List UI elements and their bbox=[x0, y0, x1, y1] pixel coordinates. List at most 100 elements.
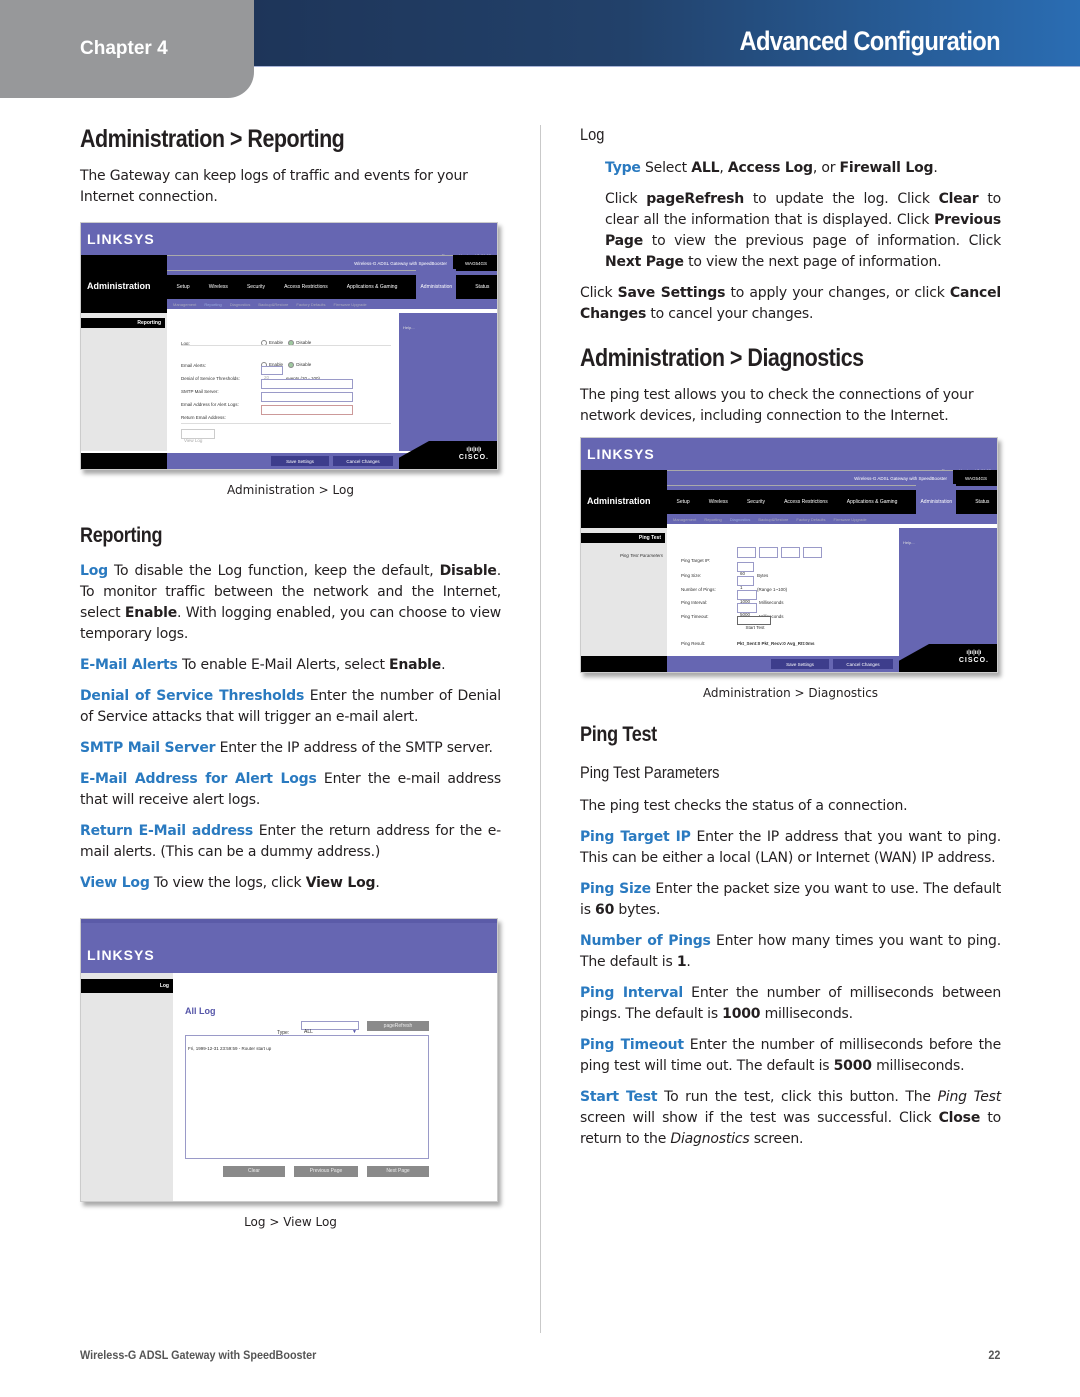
figure-caption-admin-log: Administration > Log bbox=[227, 483, 354, 497]
item-view-log: View Log To view the logs, click View Lo… bbox=[80, 875, 380, 891]
item-ping-target: Ping Target IP Enter the IP address that… bbox=[580, 829, 1001, 866]
ping-count-input[interactable]: 1 bbox=[737, 576, 754, 590]
item-ping-timeout: Ping Timeout Enter the number of millise… bbox=[580, 1037, 1001, 1074]
product-name: Wireless-G ADSL Gateway with SpeedBooste… bbox=[667, 470, 953, 486]
ping-size-input[interactable]: 60 bbox=[737, 562, 754, 576]
log-label: Log: bbox=[181, 341, 190, 346]
log-radio-group: Enable Disable bbox=[261, 332, 311, 353]
reporting-page-title: Administration > Reporting bbox=[80, 125, 345, 153]
help-panel: Help... bbox=[399, 313, 497, 451]
item-ping-size: Ping Size Enter the packet size you want… bbox=[580, 881, 1001, 918]
sidebar-heading: Log bbox=[81, 979, 173, 993]
return-email-input[interactable] bbox=[261, 405, 353, 415]
reporting-heading: Reporting bbox=[80, 524, 163, 547]
admin-diagnostics-screenshot: LINKSYSA Division of Cisco Systems, Inc.… bbox=[580, 437, 998, 673]
item-type: Type Select ALL, Access Log, or Firewall… bbox=[605, 160, 938, 176]
log-textarea[interactable]: Fri, 1999-12-31 23:59:59 - Router start … bbox=[185, 1035, 429, 1159]
ping-target-octet-2[interactable] bbox=[759, 547, 778, 558]
reporting-intro: The Gateway can keep logs of traffic and… bbox=[80, 168, 468, 205]
cisco-bars-icon: ı|ıı|ıı|ı bbox=[466, 447, 482, 453]
ping-test-parameters-heading: Ping Test Parameters bbox=[580, 763, 720, 782]
subtab-reporting[interactable]: Reporting bbox=[204, 294, 221, 315]
subtab-backup-restore[interactable]: Backup&Restore bbox=[758, 509, 788, 530]
sidebar-subheading: Ping Test Parameters bbox=[619, 553, 663, 558]
return-email-label: Return Email Address: bbox=[181, 415, 226, 420]
diagnostics-intro: The ping test allows you to check the co… bbox=[580, 387, 974, 424]
section-label: Administration bbox=[587, 496, 651, 506]
ping-intro: The ping test checks the status of a con… bbox=[580, 798, 908, 814]
view-log-screenshot: LINKSYSA Division of Cisco Systems, Inc.… bbox=[80, 918, 498, 1202]
ping-result-value: Pkt_Sent:0 Pkt_Recv:0 Avg_Rtt:0ms bbox=[737, 641, 815, 646]
subtab-backup-restore[interactable]: Backup&Restore bbox=[258, 294, 288, 315]
clear-button[interactable]: Clear bbox=[223, 1166, 285, 1177]
left-column: Administration > Reporting The Gateway c… bbox=[80, 120, 501, 1247]
figure-caption-view-log: Log > View Log bbox=[244, 1215, 337, 1229]
item-start-test: Start Test To run the test, click this b… bbox=[580, 1089, 1001, 1147]
save-settings-button[interactable]: Save Settings bbox=[271, 456, 329, 466]
cisco-logo: ı|ıı|ıı|ı CISCO. bbox=[458, 447, 489, 461]
chapter-tab: Chapter 4 bbox=[0, 0, 254, 98]
log-buttons-description: Click pageRefresh to update the log. Cli… bbox=[605, 191, 1001, 270]
column-divider bbox=[540, 125, 541, 1333]
product-name: Wireless-G ADSL Gateway with SpeedBooste… bbox=[167, 255, 453, 271]
model-name: WAG54GS bbox=[953, 470, 997, 486]
subtab-firmware-upgrade[interactable]: Firmware Upgrade bbox=[334, 294, 367, 315]
dos-threshold-input[interactable]: 20 bbox=[261, 366, 283, 380]
log-heading: Log bbox=[580, 125, 605, 144]
cisco-logo: ı|ıı|ıı|ı CISCO. bbox=[958, 650, 989, 664]
ping-test-heading: Ping Test bbox=[580, 723, 657, 746]
cisco-bars-icon: ı|ıı|ıı|ı bbox=[966, 650, 982, 656]
sub-nav: Management Reporting Diagnostics Backup&… bbox=[167, 299, 497, 309]
item-dos-thresholds: Denial of Service Thresholds Enter the n… bbox=[80, 688, 501, 725]
tab-status[interactable]: Status bbox=[475, 277, 489, 298]
alert-email-input[interactable] bbox=[261, 392, 353, 402]
ping-timeout-input[interactable]: 5000 bbox=[737, 603, 757, 617]
subtab-diagnostics[interactable]: Diagnostics bbox=[730, 509, 751, 530]
item-email-alerts: E-Mail Alerts To enable E-Mail Alerts, s… bbox=[80, 657, 446, 673]
model-name: WAG54GS bbox=[453, 255, 497, 271]
ping-target-octet-4[interactable] bbox=[803, 547, 822, 558]
subtab-factory-defaults[interactable]: Factory Defaults bbox=[296, 294, 325, 315]
footer-product-name: Wireless-G ADSL Gateway with SpeedBooste… bbox=[80, 1348, 317, 1362]
page-refresh-button[interactable]: pageRefresh bbox=[367, 1021, 429, 1031]
subtab-diagnostics[interactable]: Diagnostics bbox=[230, 294, 251, 315]
sub-nav: Management Reporting Diagnostics Backup&… bbox=[667, 514, 997, 524]
ping-interval-input[interactable]: 1000 bbox=[737, 590, 757, 604]
help-panel: Help... bbox=[899, 528, 997, 658]
type-select[interactable]: ALL ▼ bbox=[301, 1021, 359, 1035]
next-page-button[interactable]: Next Page bbox=[367, 1166, 429, 1177]
section-title: Advanced Configuration bbox=[739, 26, 1001, 56]
subtab-management[interactable]: Management bbox=[173, 294, 196, 315]
cancel-changes-button[interactable]: Cancel Changes bbox=[833, 659, 893, 669]
subtab-factory-defaults[interactable]: Factory Defaults bbox=[796, 509, 825, 530]
email-alerts-disable-radio[interactable] bbox=[288, 361, 295, 368]
item-log: Log To disable the Log function, keep th… bbox=[80, 563, 501, 642]
view-log-button[interactable]: View Log bbox=[181, 429, 215, 443]
ping-target-octet-1[interactable] bbox=[737, 547, 756, 558]
subtab-management[interactable]: Management bbox=[673, 509, 696, 530]
cancel-changes-button[interactable]: Cancel Changes bbox=[333, 456, 393, 466]
previous-page-button[interactable]: Previous Page bbox=[294, 1166, 358, 1177]
start-test-button[interactable]: Start Test bbox=[737, 616, 771, 630]
section-header: Advanced Configuration bbox=[254, 0, 1080, 67]
ping-target-octet-3[interactable] bbox=[781, 547, 800, 558]
save-settings-button[interactable]: Save Settings bbox=[771, 659, 829, 669]
item-smtp-server: SMTP Mail Server Enter the IP address of… bbox=[80, 740, 493, 756]
item-ping-interval: Ping Interval Enter the number of millis… bbox=[580, 985, 1001, 1022]
diagnostics-page-title: Administration > Diagnostics bbox=[580, 344, 864, 372]
smtp-server-input[interactable] bbox=[261, 379, 353, 389]
tab-status[interactable]: Status bbox=[975, 492, 989, 513]
item-alert-email: E-Mail Address for Alert Logs Enter the … bbox=[80, 771, 501, 808]
all-log-title: All Log bbox=[185, 1006, 216, 1016]
figure-caption-diagnostics: Administration > Diagnostics bbox=[702, 686, 879, 700]
page-number: 22 bbox=[987, 1348, 1000, 1362]
section-label: Administration bbox=[87, 281, 151, 291]
chapter-label: Chapter 4 bbox=[80, 38, 168, 59]
save-cancel-description: Click Save Settings to apply your change… bbox=[580, 285, 1001, 322]
ping-result-label: Ping Result: bbox=[681, 641, 706, 646]
right-column: Log Type Select ALL, Access Log, or Fire… bbox=[580, 120, 1001, 1160]
subtab-firmware-upgrade[interactable]: Firmware Upgrade bbox=[834, 509, 867, 530]
item-return-email: Return E-Mail address Enter the return a… bbox=[80, 823, 501, 860]
subtab-reporting[interactable]: Reporting bbox=[704, 509, 721, 530]
sidebar-heading: Ping Test bbox=[581, 533, 665, 543]
